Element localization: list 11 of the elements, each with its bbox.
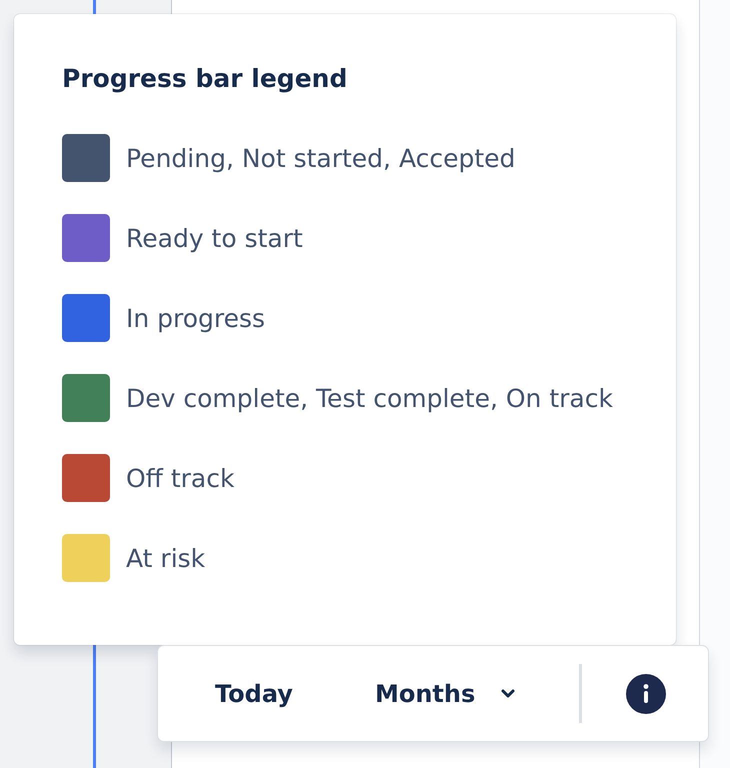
legend-title: Progress bar legend: [62, 63, 348, 95]
legend-label: Ready to start: [126, 224, 303, 252]
legend-label: Dev complete, Test complete, On track: [126, 384, 613, 412]
legend-label: In progress: [126, 304, 266, 332]
info-icon: [626, 674, 666, 714]
legend-label: Off track: [126, 464, 234, 492]
view-dropdown[interactable]: Months: [354, 670, 536, 718]
legend-label: At risk: [126, 544, 206, 572]
legend-label: Pending, Not started, Accepted: [126, 144, 516, 172]
today-button[interactable]: Today: [195, 670, 313, 718]
caret-icon: [501, 688, 516, 698]
